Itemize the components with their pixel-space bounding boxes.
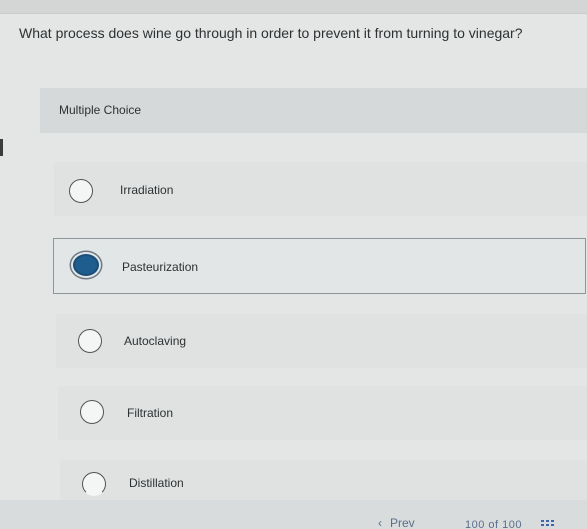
window-top-edge	[0, 0, 587, 14]
question-text: What process does wine go through in ord…	[19, 25, 523, 41]
chevron-left-icon[interactable]: ‹	[378, 516, 382, 529]
radio-button-icon[interactable]	[69, 179, 93, 203]
option-label: Filtration	[127, 406, 174, 420]
question-counter: 100 of 100	[465, 519, 522, 529]
radio-button-icon[interactable]	[78, 329, 102, 353]
question-type-label: Multiple Choice	[59, 103, 142, 117]
option-label: Autoclaving	[124, 334, 187, 348]
radio-button-icon[interactable]	[80, 400, 104, 424]
navigation-footer: ‹ Prev 100 of 100	[0, 500, 587, 529]
option-distillation[interactable]: Distillation	[60, 460, 587, 500]
option-filtration[interactable]: Filtration	[58, 386, 587, 440]
option-label: Irradiation	[120, 183, 174, 197]
grid-menu-icon[interactable]	[541, 520, 555, 528]
option-pasteurization[interactable]: Pasteurization	[53, 238, 586, 294]
question-type-header: Multiple Choice	[40, 88, 587, 133]
radio-button-selected-icon[interactable]	[73, 254, 99, 276]
prev-button[interactable]: Prev	[390, 516, 415, 529]
option-autoclaving[interactable]: Autoclaving	[56, 314, 587, 368]
radio-button-icon[interactable]	[82, 472, 106, 496]
left-edge-marker	[0, 139, 3, 156]
option-label: Distillation	[129, 476, 184, 490]
option-label: Pasteurization	[122, 260, 199, 274]
option-irradiation[interactable]: Irradiation	[54, 162, 587, 216]
